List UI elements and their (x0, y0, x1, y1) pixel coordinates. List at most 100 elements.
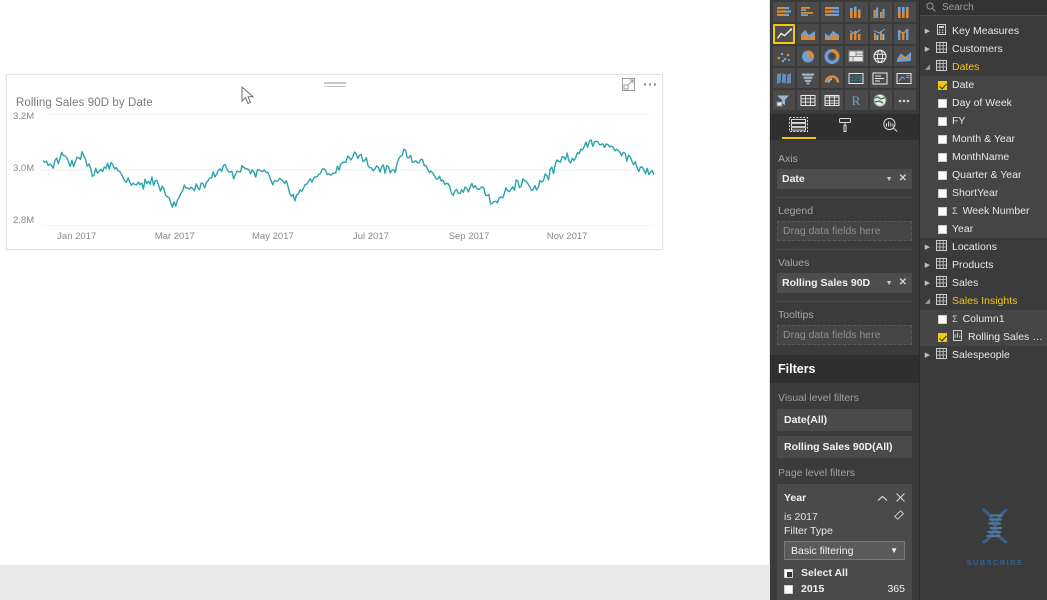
treemap-icon[interactable] (845, 46, 868, 66)
line-chart-icon[interactable] (773, 24, 796, 44)
fields-table-dates[interactable]: ◢ Dates (920, 58, 1047, 76)
line-stacked-column-icon[interactable] (845, 24, 868, 44)
multi-row-card-icon[interactable] (869, 68, 892, 88)
filter-card[interactable]: Rolling Sales 90D(All) (777, 436, 912, 458)
table-icon[interactable] (797, 90, 820, 110)
funnel-chart-icon[interactable] (797, 68, 820, 88)
r-script-visual-icon[interactable]: R (845, 90, 868, 110)
donut-chart-icon[interactable] (821, 46, 844, 66)
field-checkbox[interactable] (938, 206, 947, 216)
field-item-month-year[interactable]: Month & Year (920, 130, 1047, 148)
chevron-right-icon[interactable]: ▶ (924, 27, 931, 35)
map-icon[interactable] (869, 46, 892, 66)
plot-area[interactable] (43, 114, 654, 226)
more-visuals-icon[interactable] (893, 90, 916, 110)
ribbon-chart-icon[interactable] (893, 24, 916, 44)
area-chart-icon[interactable] (797, 24, 820, 44)
well-tooltips-dropzone[interactable]: Drag data fields here (777, 325, 912, 345)
slicer-icon[interactable] (773, 90, 796, 110)
year-filter-select-all-row[interactable]: Select All (784, 565, 905, 581)
close-icon[interactable] (896, 489, 905, 507)
field-checkbox[interactable] (938, 332, 947, 342)
fields-search-bar[interactable]: Search (920, 0, 1047, 16)
y-axis-labels: 3.2M 3.0M 2.8M (13, 111, 47, 226)
field-checkbox[interactable] (938, 224, 947, 234)
field-checkbox[interactable] (938, 170, 947, 180)
stacked-bar-chart-icon[interactable] (773, 2, 796, 22)
focus-mode-icon[interactable] (621, 78, 635, 91)
field-item-quarter-year[interactable]: Quarter & Year (920, 166, 1047, 184)
field-checkbox[interactable] (938, 152, 947, 162)
year-filter-card[interactable]: Year is 2017 Filter Type Basic filtering… (777, 484, 912, 600)
line-clustered-column-icon[interactable] (869, 24, 892, 44)
hundred-percent-bar-icon[interactable] (821, 2, 844, 22)
chevron-down-icon[interactable]: ◢ (924, 63, 931, 71)
gauge-icon[interactable] (821, 68, 844, 88)
field-item-year[interactable]: Year (920, 220, 1047, 238)
remove-field-icon[interactable]: ✕ (899, 278, 907, 288)
fields-table-key-measures[interactable]: ▶ Key Measures (920, 22, 1047, 40)
field-checkbox[interactable] (938, 116, 947, 126)
eraser-icon[interactable] (894, 510, 905, 523)
field-item-day-of-week[interactable]: Day of Week (920, 94, 1047, 112)
field-checkbox[interactable] (938, 314, 947, 324)
year-item-checkbox[interactable] (784, 584, 793, 594)
hundred-percent-column-icon[interactable] (893, 2, 916, 22)
clustered-column-chart-icon[interactable] (869, 2, 892, 22)
plot-wrapper: 3.2M 3.0M 2.8M Jan 2017 Mar 2017 May 201… (7, 111, 662, 251)
field-item-monthname[interactable]: MonthName (920, 148, 1047, 166)
fields-tab[interactable] (776, 114, 822, 140)
field-item-shortyear[interactable]: ShortYear (920, 184, 1047, 202)
filter-card[interactable]: Date(All) (777, 409, 912, 431)
chevron-right-icon[interactable]: ▶ (924, 279, 931, 287)
fields-table-locations[interactable]: ▶ Locations (920, 238, 1047, 256)
chevron-down-icon[interactable]: ◢ (924, 297, 931, 305)
filled-map-icon[interactable] (893, 46, 916, 66)
y-tick-label: 2.8M (13, 215, 35, 226)
field-item-rolling-sales-9-[interactable]: Rolling Sales 9... (920, 328, 1047, 346)
analytics-tab[interactable] (867, 114, 913, 140)
field-item-column1[interactable]: Σ Column1 (920, 310, 1047, 328)
field-checkbox[interactable] (938, 188, 947, 198)
kpi-icon[interactable] (893, 68, 916, 88)
drag-handle[interactable] (323, 82, 346, 88)
stacked-column-chart-icon[interactable] (845, 2, 868, 22)
well-value: Drag data fields here (783, 225, 881, 237)
shape-map-icon[interactable] (773, 68, 796, 88)
clustered-bar-chart-icon[interactable] (797, 2, 820, 22)
fields-table-products[interactable]: ▶ Products (920, 256, 1047, 274)
arcgis-map-icon[interactable] (869, 90, 892, 110)
chevron-up-icon[interactable] (877, 489, 888, 507)
chevron-right-icon[interactable]: ▶ (924, 45, 931, 53)
well-values-field[interactable]: Rolling Sales 90D ▼ ✕ (777, 273, 912, 293)
format-tab[interactable] (822, 114, 868, 140)
chevron-down-icon[interactable]: ▼ (886, 280, 893, 287)
filter-type-select[interactable]: Basic filtering ▼ (784, 541, 905, 560)
fields-table-sales[interactable]: ▶ Sales (920, 274, 1047, 292)
field-checkbox[interactable] (938, 98, 947, 108)
scatter-chart-icon[interactable] (773, 46, 796, 66)
chevron-right-icon[interactable]: ▶ (924, 243, 931, 251)
field-checkbox[interactable] (938, 80, 947, 90)
field-checkbox[interactable] (938, 134, 947, 144)
stacked-area-chart-icon[interactable] (821, 24, 844, 44)
chevron-right-icon[interactable]: ▶ (924, 351, 931, 359)
matrix-icon[interactable] (821, 90, 844, 110)
fields-table-sales-insights[interactable]: ◢ Sales Insights (920, 292, 1047, 310)
more-options-icon[interactable] (643, 78, 656, 91)
select-all-checkbox[interactable] (784, 568, 793, 578)
field-item-date[interactable]: Date (920, 76, 1047, 94)
year-filter-item[interactable]: 2015 365 (784, 581, 905, 597)
pie-chart-icon[interactable] (797, 46, 820, 66)
fields-table-salespeople[interactable]: ▶ Salespeople (920, 346, 1047, 364)
chevron-down-icon[interactable]: ▼ (886, 176, 893, 183)
fields-table-customers[interactable]: ▶ Customers (920, 40, 1047, 58)
field-item-fy[interactable]: FY (920, 112, 1047, 130)
well-axis-field[interactable]: Date ▼ ✕ (777, 169, 912, 189)
well-legend-dropzone[interactable]: Drag data fields here (777, 221, 912, 241)
line-chart-visual[interactable]: Rolling Sales 90D by Date 3.2M 3.0M 2.8M… (6, 74, 663, 250)
card-icon[interactable]: 123 (845, 68, 868, 88)
field-item-week-number[interactable]: Σ Week Number (920, 202, 1047, 220)
remove-field-icon[interactable]: ✕ (899, 174, 907, 184)
chevron-right-icon[interactable]: ▶ (924, 261, 931, 269)
